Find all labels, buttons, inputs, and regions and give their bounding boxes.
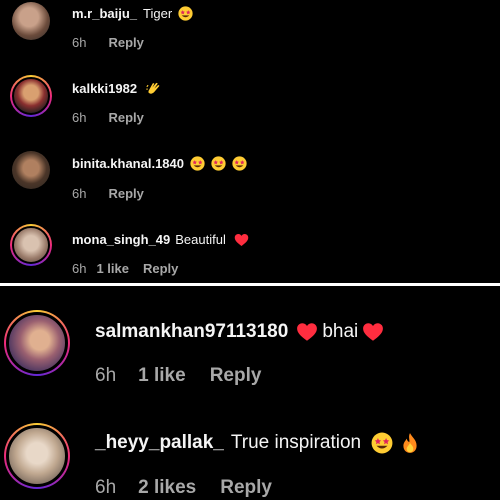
comments-panel-top: m.r_baiju_ Tiger 6h Reply kalkki1982 6h …: [0, 0, 500, 283]
reply-button[interactable]: Reply: [108, 186, 143, 201]
avatar[interactable]: [10, 224, 52, 266]
comment-username[interactable]: mona_singh_49: [72, 232, 170, 247]
red-heart-icon: [363, 323, 384, 341]
star-struck-emoji-icon: [371, 432, 393, 454]
star-struck-emoji-icon: [232, 156, 247, 171]
reply-button[interactable]: Reply: [108, 35, 143, 50]
comment-time: 6h: [95, 365, 117, 386]
likes-count[interactable]: 1 like: [96, 261, 129, 276]
avatar[interactable]: [4, 423, 70, 489]
clapping-hands-emoji-icon: [146, 82, 160, 94]
comment-time: 6h: [72, 261, 87, 276]
fire-icon: [403, 433, 417, 453]
comment-time: 6h: [95, 477, 117, 498]
avatar[interactable]: [12, 151, 50, 189]
comment-username[interactable]: _heyy_pallak_: [95, 432, 224, 454]
reply-button[interactable]: Reply: [108, 110, 143, 125]
comment-time: 6h: [72, 186, 87, 201]
comment-text: bhai: [322, 321, 359, 342]
star-struck-emoji-icon: [190, 156, 205, 171]
likes-count[interactable]: 2 likes: [138, 477, 196, 499]
comment-username[interactable]: kalkki1982: [72, 81, 137, 96]
avatar[interactable]: [10, 75, 52, 117]
comments-panel-bottom: salmankhan97113180 bhai 6h 1 like Reply …: [0, 286, 500, 500]
avatar[interactable]: [12, 2, 50, 40]
red-heart-icon: [297, 323, 318, 341]
likes-count[interactable]: 1 like: [138, 365, 186, 387]
red-heart-icon: [234, 233, 249, 246]
reply-button[interactable]: Reply: [143, 261, 178, 276]
star-struck-emoji-icon: [178, 6, 193, 21]
comment-username[interactable]: m.r_baiju_: [72, 6, 137, 21]
comment-username[interactable]: binita.khanal.1840: [72, 156, 184, 171]
comment-text: Tiger: [143, 6, 173, 21]
reply-button[interactable]: Reply: [220, 477, 272, 499]
reply-button[interactable]: Reply: [210, 365, 262, 387]
comment-username[interactable]: salmankhan97113180: [95, 321, 288, 343]
comment-text: True inspiration: [230, 432, 362, 453]
comment-time: 6h: [72, 110, 87, 125]
avatar[interactable]: [4, 310, 70, 376]
comment-text: Beautiful: [175, 232, 226, 247]
comment-time: 6h: [72, 35, 87, 50]
star-struck-emoji-icon: [211, 156, 226, 171]
